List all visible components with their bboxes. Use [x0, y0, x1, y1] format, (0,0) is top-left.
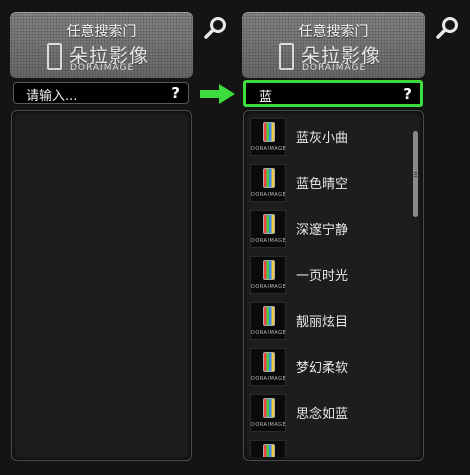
list-item[interactable]: DORAIMAGE 靓丽炫目: [247, 297, 409, 343]
phone-icon: [47, 43, 62, 70]
phone-icon: [279, 43, 294, 70]
list-item-label: 梦幻柔软: [296, 361, 349, 376]
list-item[interactable]: DORAIMAGE 梦幻柔软: [247, 343, 409, 389]
scrollbar-grip: [414, 176, 417, 177]
phone-icon: [263, 398, 275, 418]
list-item-label: 蓝色晴空: [296, 177, 349, 192]
list-item[interactable]: DORAIMAGE 一页时光: [247, 251, 409, 297]
logo: 朵拉影像 DORAIMAGE: [279, 41, 399, 75]
list-item[interactable]: DORAIMAGE 思念如蓝: [247, 389, 409, 435]
thumbnail-label: DORAIMAGE: [251, 146, 287, 152]
results-list-items: DORAIMAGE 蓝灰小曲 DORAIMAGE 蓝色晴空 DORAIMAGE 深邃宁静 D…: [247, 113, 409, 457]
panel-title: 任意搜索门: [66, 24, 137, 40]
phone-icon: [263, 306, 275, 326]
list-item[interactable]: DORAIMAGE 蓝灰小曲: [247, 113, 409, 159]
theme-thumbnail: DORAIMAGE: [250, 302, 286, 340]
search-panel-left: 任意搜索门 朵拉影像 DORAIMAGE 请输入... ?: [10, 12, 193, 473]
list-item[interactable]: DORAIMAGE 深邃宁静: [247, 205, 409, 251]
scrollbar[interactable]: [413, 131, 418, 217]
thumbnail-label: DORAIMAGE: [251, 422, 287, 428]
search-input[interactable]: 请输入... ?: [13, 82, 189, 104]
thumbnail-label: DORAIMAGE: [251, 284, 287, 290]
theme-thumbnail: DORAIMAGE: [250, 256, 286, 294]
logo-subtext: DORAIMAGE: [302, 63, 367, 73]
phone-icon: [263, 444, 275, 457]
right-arrow-icon: [200, 84, 235, 104]
theme-thumbnail: DORAIMAGE: [250, 348, 286, 386]
theme-thumbnail: DORAIMAGE: [250, 394, 286, 432]
panel-title: 任意搜索门: [298, 24, 369, 40]
phone-icon: [263, 214, 275, 234]
help-icon[interactable]: ?: [403, 85, 412, 103]
scrollbar-grip: [414, 172, 417, 173]
search-panel-right: 任意搜索门 朵拉影像 DORAIMAGE 蓝 ? DORAIMAGE 蓝灰小曲 DO…: [242, 12, 425, 473]
thumbnail-label: DORAIMAGE: [251, 330, 287, 336]
theme-thumbnail: [250, 440, 286, 457]
theme-thumbnail: DORAIMAGE: [250, 164, 286, 202]
list-item-label: 深邃宁静: [296, 223, 349, 238]
logo: 朵拉影像 DORAIMAGE: [47, 41, 167, 75]
theme-thumbnail: DORAIMAGE: [250, 118, 286, 156]
list-item-label: 蓝灰小曲: [296, 131, 349, 146]
search-input[interactable]: 蓝 ?: [243, 80, 423, 107]
search-input-value: 请输入...: [26, 89, 78, 104]
thumbnail-label: DORAIMAGE: [251, 238, 287, 244]
list-item-label: 靓丽炫目: [296, 315, 349, 330]
results-list: DORAIMAGE 蓝灰小曲 DORAIMAGE 蓝色晴空 DORAIMAGE 深邃宁静 D…: [243, 110, 424, 461]
list-item[interactable]: DORAIMAGE 蓝色晴空: [247, 159, 409, 205]
list-item-label: 一页时光: [296, 269, 349, 284]
help-icon[interactable]: ?: [171, 84, 180, 102]
panel-header: 任意搜索门 朵拉影像 DORAIMAGE: [10, 12, 193, 78]
logo-subtext: DORAIMAGE: [70, 63, 135, 73]
results-list-empty: [11, 110, 192, 461]
thumbnail-label: DORAIMAGE: [251, 376, 287, 382]
theme-thumbnail: DORAIMAGE: [250, 210, 286, 248]
list-item[interactable]: [247, 435, 409, 457]
scrollbar-grip: [414, 174, 417, 175]
panel-header: 任意搜索门 朵拉影像 DORAIMAGE: [242, 12, 425, 78]
phone-icon: [263, 122, 275, 142]
search-input-value: 蓝: [259, 90, 273, 105]
phone-icon: [263, 352, 275, 372]
magnifier-icon[interactable]: [203, 15, 229, 41]
list-item-label: 思念如蓝: [296, 407, 349, 422]
magnifier-icon[interactable]: [435, 15, 461, 41]
thumbnail-label: DORAIMAGE: [251, 192, 287, 198]
phone-icon: [263, 168, 275, 188]
phone-icon: [263, 260, 275, 280]
